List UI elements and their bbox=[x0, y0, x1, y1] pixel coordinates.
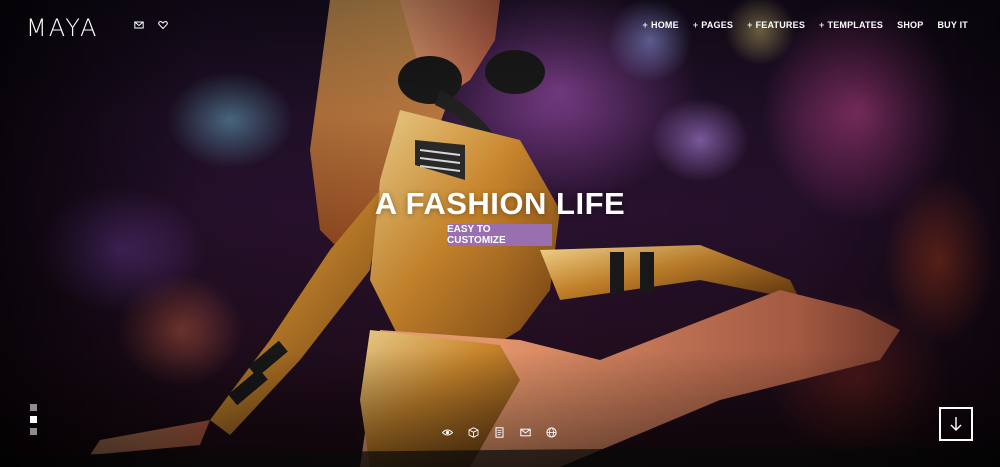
nav-item-home[interactable]: + HOME bbox=[643, 20, 679, 30]
heart-icon[interactable] bbox=[158, 20, 168, 30]
main-nav: + HOME + PAGES + FEATURES + TEMPLATES SHOP B… bbox=[643, 20, 968, 30]
cube-icon[interactable] bbox=[468, 427, 479, 438]
nav-item-label: HOME bbox=[651, 20, 679, 30]
plus-icon: + bbox=[692, 20, 699, 30]
nav-item-buy-it[interactable]: BUY IT bbox=[937, 20, 968, 30]
header-icons bbox=[134, 20, 168, 30]
slider-dot-active[interactable] bbox=[30, 416, 37, 423]
nav-item-label: SHOP bbox=[897, 20, 924, 30]
plus-icon: + bbox=[747, 20, 753, 30]
hero-headline: A FASHION LIFE bbox=[374, 186, 626, 221]
nav-item-templates[interactable]: + TEMPLATES bbox=[819, 20, 883, 30]
nav-item-label: BUY IT bbox=[937, 20, 968, 30]
document-icon[interactable] bbox=[494, 427, 505, 438]
plus-icon: + bbox=[642, 20, 648, 30]
hero-badge[interactable]: EASY TO CUSTOMIZE bbox=[447, 224, 552, 246]
scroll-down-button[interactable] bbox=[939, 407, 973, 441]
eye-icon[interactable] bbox=[442, 427, 453, 438]
arrow-down-icon bbox=[950, 417, 962, 431]
envelope-icon[interactable] bbox=[520, 427, 531, 438]
social-icons bbox=[442, 427, 557, 438]
slider-dot[interactable] bbox=[30, 428, 37, 435]
nav-item-label: TEMPLATES bbox=[827, 20, 884, 30]
nav-item-label: FEATURES bbox=[755, 20, 806, 30]
nav-item-features[interactable]: + FEATURES bbox=[747, 20, 805, 30]
envelope-icon[interactable] bbox=[134, 20, 144, 30]
slider-dots bbox=[30, 404, 37, 435]
nav-item-label: PAGES bbox=[701, 20, 734, 30]
slider-dot[interactable] bbox=[30, 404, 37, 411]
plus-icon: + bbox=[819, 20, 825, 30]
nav-item-pages[interactable]: + PAGES bbox=[693, 20, 733, 30]
globe-icon[interactable] bbox=[546, 427, 557, 438]
nav-item-shop[interactable]: SHOP bbox=[897, 20, 923, 30]
brand-logo[interactable]: MAYA bbox=[26, 14, 98, 42]
